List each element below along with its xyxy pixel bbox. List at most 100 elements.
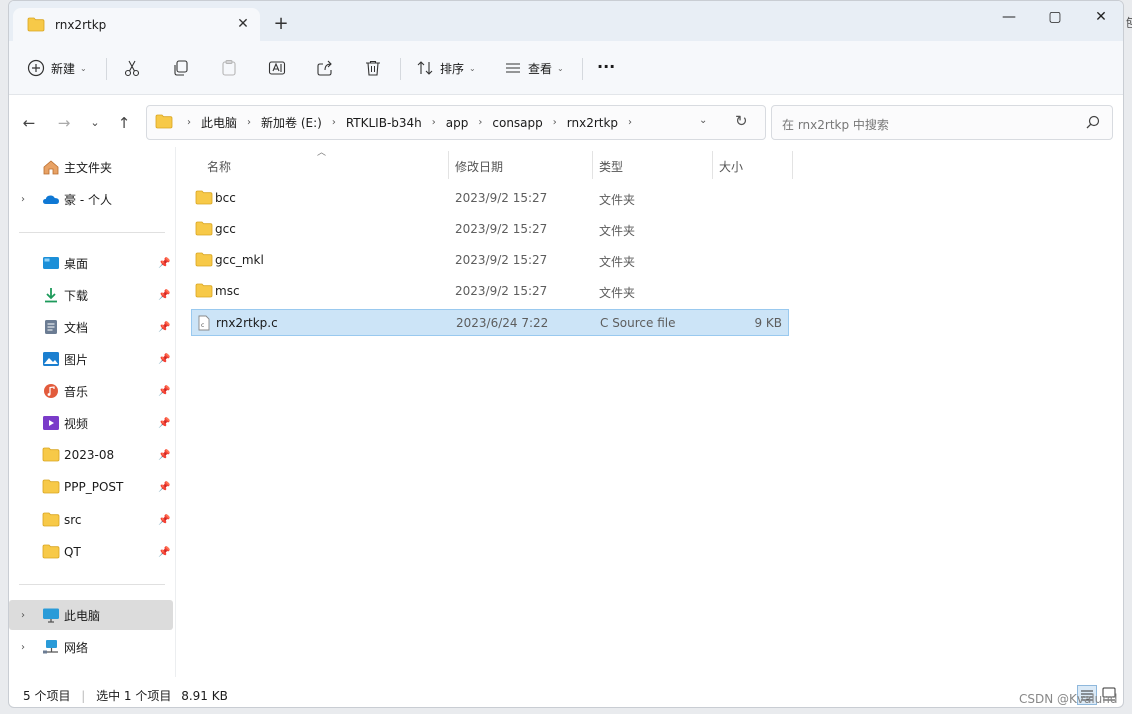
breadcrumb-separator[interactable]: ›	[187, 117, 191, 128]
cut-button[interactable]	[123, 55, 141, 81]
sidebar-item-downloads[interactable]: 下载 📌	[9, 280, 173, 310]
file-date: 2023/9/2 15:27	[455, 191, 548, 205]
breadcrumb-separator[interactable]: ›	[628, 117, 632, 128]
paste-button[interactable]	[220, 55, 238, 81]
column-header-type[interactable]: 类型	[599, 158, 623, 186]
file-row[interactable]: bcc 2023/9/2 15:27 文件夹	[191, 185, 789, 212]
sidebar-item-desktop[interactable]: 桌面 📌	[9, 248, 173, 278]
chevron-down-icon: ⌄	[557, 63, 564, 73]
pane-divider[interactable]	[175, 147, 176, 677]
column-resize-handle[interactable]	[792, 151, 793, 179]
breadcrumb-separator[interactable]: ›	[478, 117, 482, 128]
toolbar-divider	[400, 58, 401, 80]
folder-icon	[195, 283, 213, 301]
sidebar-item-pictures[interactable]: 图片 📌	[9, 344, 173, 374]
minimize-button[interactable]: —	[987, 5, 1031, 29]
tab-rnx2rtkp[interactable]: rnx2rtkp ✕	[13, 8, 260, 41]
close-tab-icon[interactable]: ✕	[233, 14, 253, 34]
pin-icon[interactable]: 📌	[158, 515, 170, 526]
breadcrumb-separator[interactable]: ›	[432, 117, 436, 128]
address-bar[interactable]: › 此电脑 › 新加卷 (E:) › RTKLIB-b34h › app › c…	[146, 105, 766, 140]
sidebar-item-videos[interactable]: 视频 📌	[9, 408, 173, 438]
sidebar-item-home[interactable]: 主文件夹	[9, 152, 173, 182]
pin-icon[interactable]: 📌	[158, 386, 170, 397]
pictures-icon	[42, 351, 60, 367]
document-icon	[42, 319, 60, 335]
column-header-name[interactable]: 名称	[207, 158, 231, 186]
column-resize-handle[interactable]	[448, 151, 449, 179]
file-row[interactable]: gcc 2023/9/2 15:27 文件夹	[191, 216, 789, 243]
breadcrumb-item[interactable]: app	[446, 116, 469, 130]
file-type: 文件夹	[599, 255, 636, 269]
file-row[interactable]: c rnx2rtkp.c 2023/6/24 7:22 C Source fil…	[191, 309, 789, 336]
sidebar-item-label: 图片	[64, 352, 89, 367]
download-icon	[42, 287, 60, 303]
refresh-icon[interactable]: ↻	[735, 112, 748, 130]
file-row[interactable]: msc 2023/9/2 15:27 文件夹	[191, 278, 789, 305]
breadcrumb-item[interactable]: consapp	[492, 116, 542, 130]
pin-icon[interactable]: 📌	[158, 482, 170, 493]
recent-locations-chevron-icon[interactable]: ⌄	[83, 113, 107, 133]
sidebar-item-music[interactable]: 音乐 📌	[9, 376, 173, 406]
pin-icon[interactable]: 📌	[158, 354, 170, 365]
sidebar-item-onedrive[interactable]: › 豪 - 个人	[9, 184, 173, 214]
sidebar-item-qt[interactable]: QT 📌	[9, 537, 173, 567]
column-resize-handle[interactable]	[712, 151, 713, 179]
file-name: gcc	[215, 222, 236, 236]
expand-chevron-icon[interactable]: ›	[21, 642, 25, 653]
column-header-date[interactable]: 修改日期	[455, 158, 503, 186]
search-box[interactable]: 在 rnx2rtkp 中搜索	[771, 105, 1113, 140]
copy-button[interactable]	[172, 55, 190, 81]
rename-button[interactable]	[268, 55, 286, 81]
folder-icon	[42, 447, 60, 463]
chevron-down-icon: ⌄	[469, 63, 476, 73]
sidebar-item-this-pc[interactable]: › 此电脑	[9, 600, 173, 630]
pin-icon[interactable]: 📌	[158, 418, 170, 429]
pin-icon[interactable]: 📌	[158, 290, 170, 301]
new-button[interactable]: 新建 ⌄	[27, 55, 87, 81]
breadcrumb-separator[interactable]: ›	[553, 117, 557, 128]
pin-icon[interactable]: 📌	[158, 258, 170, 269]
folder-icon	[195, 221, 213, 239]
breadcrumb-item[interactable]: 此电脑	[201, 114, 237, 131]
pin-icon[interactable]: 📌	[158, 547, 170, 558]
file-type: C Source file	[600, 316, 676, 330]
sort-button[interactable]: 排序 ⌄	[416, 55, 476, 81]
breadcrumb-item[interactable]: 新加卷 (E:)	[261, 114, 322, 131]
maximize-button[interactable]: ▢	[1033, 5, 1077, 29]
back-arrow-icon[interactable]: ←	[17, 113, 41, 133]
breadcrumb-item[interactable]: rnx2rtkp	[567, 116, 618, 130]
delete-button[interactable]	[364, 55, 382, 81]
pin-icon[interactable]: 📌	[158, 322, 170, 333]
forward-arrow-icon[interactable]: →	[52, 113, 76, 133]
share-button[interactable]	[316, 55, 334, 81]
pin-icon[interactable]: 📌	[158, 450, 170, 461]
breadcrumb-separator[interactable]: ›	[247, 117, 251, 128]
file-row[interactable]: gcc_mkl 2023/9/2 15:27 文件夹	[191, 247, 789, 274]
expand-chevron-icon[interactable]: ›	[21, 610, 25, 621]
sidebar-item-src[interactable]: src 📌	[9, 505, 173, 535]
sort-label: 排序	[440, 61, 465, 76]
breadcrumb-item[interactable]: RTKLIB-b34h	[346, 116, 422, 130]
file-date: 2023/9/2 15:27	[455, 284, 548, 298]
column-header-size[interactable]: 大小	[719, 158, 743, 186]
column-resize-handle[interactable]	[592, 151, 593, 179]
new-tab-button[interactable]: +	[271, 14, 291, 34]
sidebar-item-documents[interactable]: 文档 📌	[9, 312, 173, 342]
sidebar-item-network[interactable]: › 网络	[9, 632, 173, 662]
view-button[interactable]: 查看 ⌄	[504, 55, 564, 81]
expand-chevron-icon[interactable]: ›	[21, 194, 25, 205]
toolbar-divider	[106, 58, 107, 80]
close-window-button[interactable]: ✕	[1079, 5, 1123, 29]
sidebar-item-ppp-post[interactable]: PPP_POST 📌	[9, 472, 173, 502]
plus-circle-icon	[27, 59, 45, 77]
address-history-chevron-icon[interactable]: ⌄	[699, 115, 707, 126]
desktop-icon	[42, 255, 60, 271]
sidebar-item-2023-08[interactable]: 2023-08 📌	[9, 440, 173, 470]
up-arrow-icon[interactable]: ↑	[112, 113, 136, 133]
breadcrumb-separator[interactable]: ›	[332, 117, 336, 128]
onedrive-icon	[42, 191, 60, 207]
folder-icon	[195, 252, 213, 270]
file-date: 2023/9/2 15:27	[455, 253, 548, 267]
more-options-button[interactable]: ···	[597, 53, 615, 79]
